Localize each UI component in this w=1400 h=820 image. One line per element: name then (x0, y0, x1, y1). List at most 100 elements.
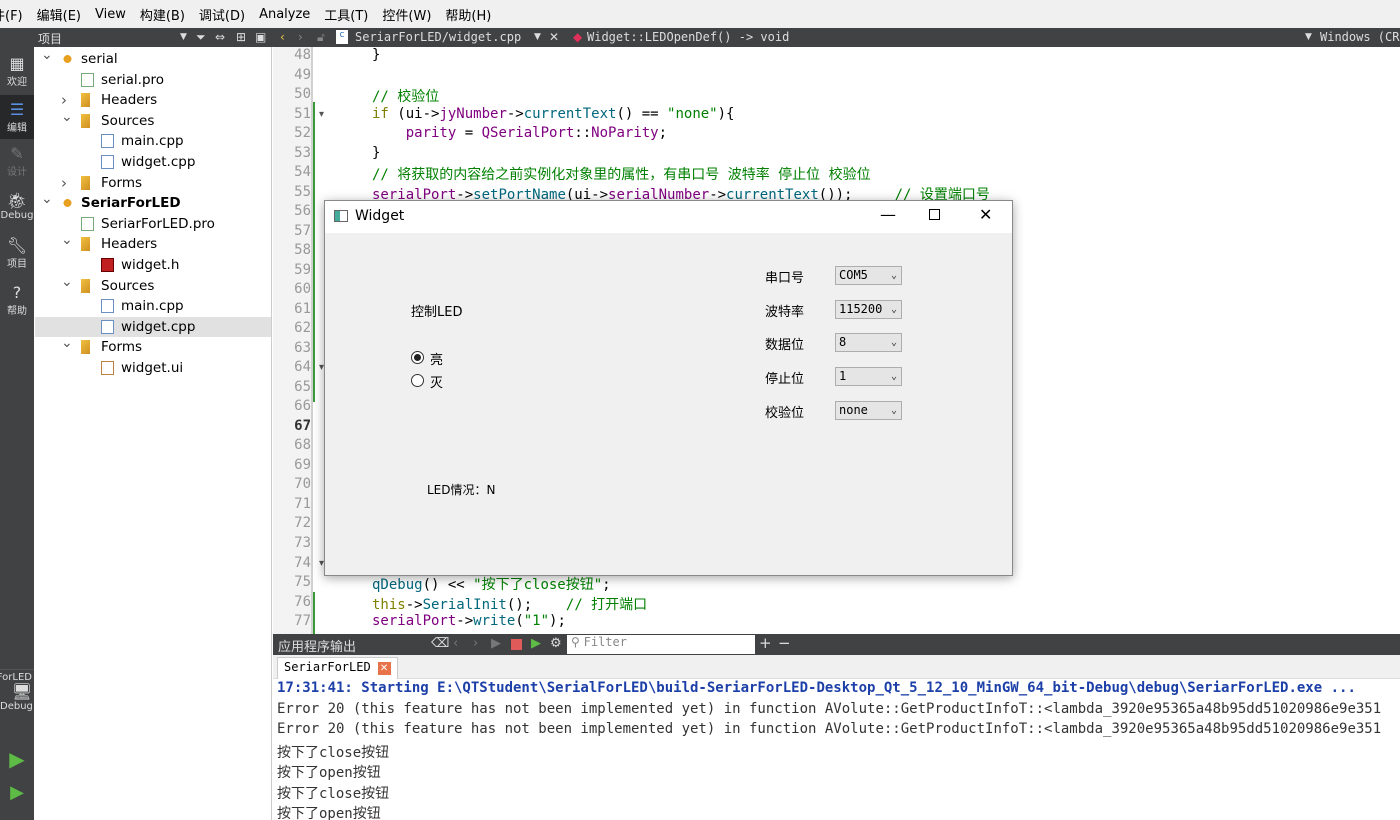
cpp-file-icon (101, 299, 114, 314)
mode-design[interactable]: ✎ 设计 (0, 144, 34, 179)
fold-marker-icon[interactable]: ▾ (319, 109, 324, 120)
project-icon (61, 52, 74, 66)
tree-item[interactable]: widget.ui (35, 358, 271, 378)
chevron-down-icon[interactable]: ▼ (180, 32, 187, 42)
tree-item[interactable]: ⌄ Headers (35, 232, 271, 254)
function-selector[interactable]: Widget::LEDOpenDef() -> void (587, 30, 789, 44)
mode-welcome[interactable]: ▦ 欢迎 (0, 54, 34, 89)
menu-item[interactable]: Analyze (259, 7, 310, 22)
output-tab[interactable]: SeriarForLED ✕ (277, 657, 398, 679)
tree-item[interactable]: ⌄ Sources (35, 109, 271, 131)
line-number: 76 (294, 593, 311, 610)
field-combobox[interactable]: 8 ⌄ (835, 333, 902, 353)
chevron-down-icon[interactable]: ⌄ (61, 107, 73, 127)
menu-item[interactable]: 调试(D) (199, 5, 245, 24)
code-line: this->SerialInit(); // 打开端口 (372, 596, 648, 613)
clear-icon[interactable]: ⌫ (431, 636, 449, 651)
chevron-down-icon[interactable]: ⌄ (41, 189, 53, 209)
radio-button[interactable] (411, 351, 424, 364)
menu-item[interactable]: 构建(B) (140, 5, 185, 24)
open-file-selector[interactable]: SeriarForLED/widget.cpp (355, 30, 521, 44)
mode-edit[interactable]: ☰ 编辑 (0, 95, 34, 139)
line-number: 65 (294, 378, 311, 395)
menu-item[interactable]: 编辑(E) (37, 5, 81, 24)
forward-icon[interactable]: › (298, 30, 303, 44)
chevron-down-icon[interactable]: ⌄ (61, 230, 73, 250)
menu-item[interactable]: View (95, 7, 126, 22)
cpp-file-icon: c (336, 30, 348, 44)
pencil-icon: ✎ (10, 144, 24, 163)
menu-item[interactable]: 控件(W) (382, 5, 431, 24)
close-sidebar-icon[interactable]: ▣ (255, 30, 266, 44)
field-combobox[interactable]: COM5 ⌄ (835, 266, 902, 285)
chevron-down-icon[interactable]: ⌄ (61, 272, 73, 292)
close-button[interactable]: ✕ (979, 205, 992, 224)
field-combobox[interactable]: none ⌄ (835, 400, 902, 420)
settings-icon[interactable]: ⚙ (550, 636, 562, 651)
grid-icon: ▦ (9, 54, 25, 73)
tree-item[interactable]: main.cpp (35, 131, 271, 151)
mode-projects[interactable]: 🔧︎ 项目 (0, 237, 34, 271)
folder-icon (81, 93, 90, 108)
debug-run-icon[interactable]: ▶ (531, 636, 541, 651)
mode-help[interactable]: ? 帮助 (0, 284, 34, 318)
zoom-in-icon[interactable]: + (759, 634, 772, 652)
menu-item[interactable]: 件(F) (0, 5, 23, 24)
folder-icon (81, 340, 90, 355)
line-ending-selector[interactable]: Windows (CRLF) (1320, 30, 1400, 44)
mode-debug[interactable]: 🐞︎ Debug (0, 192, 34, 222)
output-line: 按下了open按钮 (277, 806, 381, 820)
tree-item[interactable]: widget.cpp (35, 152, 271, 172)
chevron-down-icon[interactable]: ▼ (534, 32, 541, 42)
chevron-down-icon[interactable]: ▼ (1305, 32, 1312, 42)
run-icon[interactable]: ▶ (0, 747, 34, 771)
run-icon[interactable]: ▶ (491, 636, 501, 651)
folder-icon (81, 278, 90, 293)
lock-icon: 🔓︎ (317, 30, 325, 44)
tree-item[interactable]: ⌄ Sources (35, 274, 271, 296)
tree-item[interactable]: ⌄ SeriarForLED (35, 191, 271, 213)
close-tab-icon[interactable]: ✕ (377, 662, 391, 675)
debug-run-icon[interactable]: ▶ (0, 782, 34, 803)
maximize-button[interactable] (929, 209, 940, 220)
tree-item[interactable]: ⌄ serial (35, 47, 271, 69)
chevron-down-icon[interactable]: ⌄ (41, 45, 53, 65)
field-combobox[interactable]: 1 ⌄ (835, 367, 902, 387)
chevron-right-icon[interactable]: › (61, 173, 67, 193)
tree-item[interactable]: serial.pro (35, 70, 271, 90)
minimize-button[interactable]: — (880, 205, 896, 224)
stop-icon[interactable] (511, 639, 522, 650)
line-number: 64 (294, 359, 311, 376)
line-number: 57 (294, 222, 311, 239)
back-icon[interactable]: ‹ (280, 30, 285, 44)
output-line: Error 20 (this feature has not been impl… (277, 721, 1382, 737)
window-title-bar[interactable]: Widget — ✕ (325, 201, 1012, 233)
menu-item[interactable]: 帮助(H) (445, 5, 491, 24)
line-number: 77 (294, 613, 311, 630)
header-file-icon (101, 258, 114, 272)
line-number: 60 (294, 281, 311, 298)
close-file-icon[interactable]: ✕ (549, 30, 559, 44)
filter-icon[interactable]: ⏷ (196, 30, 206, 45)
tree-item[interactable]: ⌄ Forms (35, 335, 271, 357)
led-status-label: LED情况：N (427, 483, 496, 497)
menu-item[interactable]: 工具(T) (324, 5, 368, 24)
line-number: 61 (294, 300, 311, 317)
tree-item[interactable]: main.cpp (35, 296, 271, 316)
zoom-out-icon[interactable]: − (778, 634, 791, 652)
line-number: 72 (294, 515, 311, 532)
filter-input[interactable]: ⚲ Filter (567, 635, 755, 654)
field-combobox[interactable]: 115200 ⌄ (835, 299, 902, 319)
kit-selector[interactable]: SeriarForLED🖥︎Debug (0, 669, 34, 712)
link-icon[interactable]: ⇔ (215, 30, 225, 44)
chevron-down-icon: ⌄ (890, 371, 897, 383)
prev-icon[interactable]: ‹ (453, 636, 458, 651)
radio-button[interactable] (411, 374, 424, 387)
split-icon[interactable]: ⊞ (236, 30, 246, 44)
tree-item[interactable]: › Forms (35, 173, 271, 193)
chevron-down-icon[interactable]: ⌄ (61, 333, 73, 353)
next-icon[interactable]: › (473, 636, 478, 651)
line-number: 70 (294, 476, 311, 493)
line-number: 51 (294, 105, 311, 122)
chevron-down-icon: ⌄ (890, 337, 897, 349)
